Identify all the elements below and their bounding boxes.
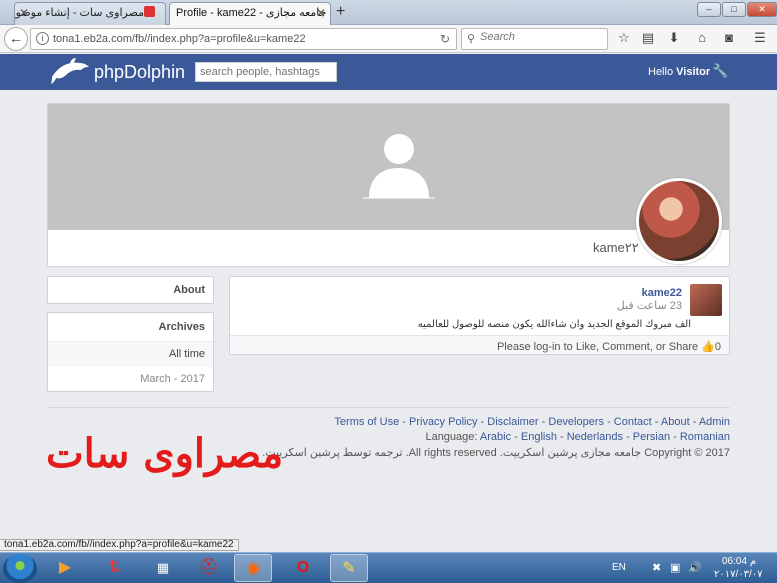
lang-persian[interactable]: Persian	[633, 431, 670, 443]
url-bar[interactable]: i tona1.eb2a.com/fb//index.php?a=profile…	[30, 28, 457, 50]
footer-link-contact[interactable]: Contact	[614, 416, 652, 428]
browser-search-box[interactable]: ⚲	[461, 28, 608, 50]
start-button[interactable]	[3, 554, 37, 583]
status-url: tona1.eb2a.com/fb//index.php?a=profile&u…	[0, 539, 239, 551]
post-text: الف مبروك الموقع الجديد وان شاءالله يكون…	[417, 319, 691, 330]
nav-toolbar: ← i tona1.eb2a.com/fb//index.php?a=profi…	[0, 25, 777, 53]
clock-time[interactable]: 06:04 م	[722, 556, 756, 567]
thumbs-up-icon: 👍	[701, 341, 715, 353]
close-tab-icon[interactable]: ✕	[316, 3, 326, 24]
archive-all-time[interactable]: All time	[48, 342, 213, 367]
back-button[interactable]: ←	[4, 27, 28, 51]
tab-misrawy[interactable]: مصراوی سات - إنشاء موضوع ✕	[14, 2, 166, 25]
footer-link-developers[interactable]: Developers	[548, 416, 604, 428]
site-favicon-icon	[144, 6, 155, 17]
new-tab-button[interactable]: +	[336, 4, 345, 20]
site-header: phpDolphin Hello Visitor 🔧	[0, 54, 777, 90]
reading-list-icon[interactable]: ▤	[640, 30, 656, 46]
lang-romanian[interactable]: Romanian	[680, 431, 730, 443]
footer-link-privacy[interactable]: Privacy Policy	[409, 416, 477, 428]
post-author-avatar[interactable]	[690, 284, 722, 316]
post-actions: Please log-in to Like, Comment, or Share…	[497, 340, 721, 353]
footer-divider	[47, 407, 730, 408]
site-search-input[interactable]	[195, 62, 337, 82]
firefox-icon[interactable]: ◉	[234, 554, 272, 582]
media-player-icon[interactable]: ▶	[46, 554, 84, 582]
app-icon[interactable]: ▦	[144, 554, 182, 582]
archives-card: Archives All time March - 2017	[47, 312, 214, 392]
visitor-link[interactable]: Visitor	[676, 66, 710, 78]
post-time[interactable]: 23 ساعت قبل	[617, 299, 682, 312]
close-tab-icon[interactable]: ✕	[19, 3, 29, 24]
tab-profile[interactable]: Profile - kame22 - جامعه مجازی ✕	[169, 2, 331, 26]
login-prompt[interactable]: Please log-in to Like, Comment, or Share	[497, 341, 698, 353]
profile-name: kame۲۲	[593, 240, 639, 255]
browser-tab-strip: مصراوی سات - إنشاء موضوع ✕ Profile - kam…	[0, 0, 777, 26]
footer-copyright: Copyright © 2017 جامعه مجازی پرشین اسکری…	[262, 447, 730, 459]
home-icon[interactable]: ⌂	[694, 30, 710, 45]
about-heading[interactable]: About	[48, 277, 213, 303]
footer-links: Terms of Use - Privacy Policy - Disclaim…	[334, 416, 730, 428]
dolphin-logo-icon[interactable]	[50, 57, 90, 85]
arrow-left-icon: ←	[9, 30, 23, 46]
lang-arabic[interactable]: Arabic	[480, 431, 511, 443]
post-card: kame22 23 ساعت قبل الف مبروك الموقع الجد…	[229, 276, 730, 355]
windows-taskbar: ▶ ⇅ ▦ ⛑ ◉ O ✎ EN ✖ ▣ 🔊 06:04 م ٢٠١٧/٠٣/٠…	[0, 552, 777, 583]
network-icon[interactable]: ✖	[652, 561, 661, 574]
site-logo[interactable]: phpDolphin	[94, 62, 185, 83]
like-count: 0	[714, 341, 721, 353]
settings-wrench-icon[interactable]: 🔧	[712, 63, 728, 79]
transfer-app-icon[interactable]: ⇅	[96, 554, 134, 582]
brand-watermark: مصراوی سات	[46, 430, 284, 477]
info-icon[interactable]: i	[36, 32, 49, 45]
default-user-icon	[363, 134, 435, 199]
volume-icon[interactable]: 🔊	[688, 561, 702, 574]
post-footer: Please log-in to Like, Comment, or Share…	[230, 335, 729, 354]
footer-link-terms[interactable]: Terms of Use	[334, 416, 399, 428]
search-icon: ⚲	[467, 33, 476, 45]
maximize-button[interactable]: □	[722, 2, 746, 17]
close-window-button[interactable]: ✕	[747, 2, 777, 17]
archive-march-2017[interactable]: March - 2017	[48, 367, 213, 392]
menu-icon[interactable]: ☰	[752, 30, 768, 46]
profile-avatar[interactable]	[636, 178, 722, 264]
footer-link-about[interactable]: About	[661, 416, 690, 428]
opera-icon[interactable]: O	[284, 554, 322, 582]
greeting: Hello Visitor	[648, 66, 711, 78]
post-author[interactable]: kame22	[642, 287, 682, 299]
app-helmet-icon[interactable]: ⛑	[190, 554, 228, 582]
footer-languages: Language: Arabic - English - Nederlands …	[425, 431, 730, 443]
footer-link-admin[interactable]: Admin	[699, 416, 730, 428]
input-language[interactable]: EN	[612, 562, 626, 573]
pocket-icon[interactable]: ◙	[721, 30, 737, 45]
download-icon[interactable]: ⬇	[666, 30, 682, 46]
paint-icon[interactable]: ✎	[330, 554, 368, 582]
about-card: About	[47, 276, 214, 304]
tray-app-icon[interactable]: ▣	[670, 561, 680, 574]
lang-english[interactable]: English	[521, 431, 557, 443]
archives-heading: Archives	[48, 313, 213, 342]
reload-icon[interactable]: ↻	[440, 32, 450, 46]
minimize-button[interactable]: –	[697, 2, 721, 17]
lang-nederlands[interactable]: Nederlands	[567, 431, 623, 443]
language-label: Language:	[425, 431, 478, 443]
clock-date[interactable]: ٢٠١٧/٠٣/٠٧	[714, 569, 763, 580]
browser-search-input[interactable]	[480, 31, 600, 43]
footer-link-disclaimer[interactable]: Disclaimer	[487, 416, 538, 428]
profile-cover-card: kame۲۲	[47, 103, 730, 267]
cover-image	[48, 104, 729, 230]
url-text[interactable]: tona1.eb2a.com/fb//index.php?a=profile&u…	[53, 33, 306, 45]
bookmark-star-icon[interactable]: ☆	[616, 30, 632, 46]
